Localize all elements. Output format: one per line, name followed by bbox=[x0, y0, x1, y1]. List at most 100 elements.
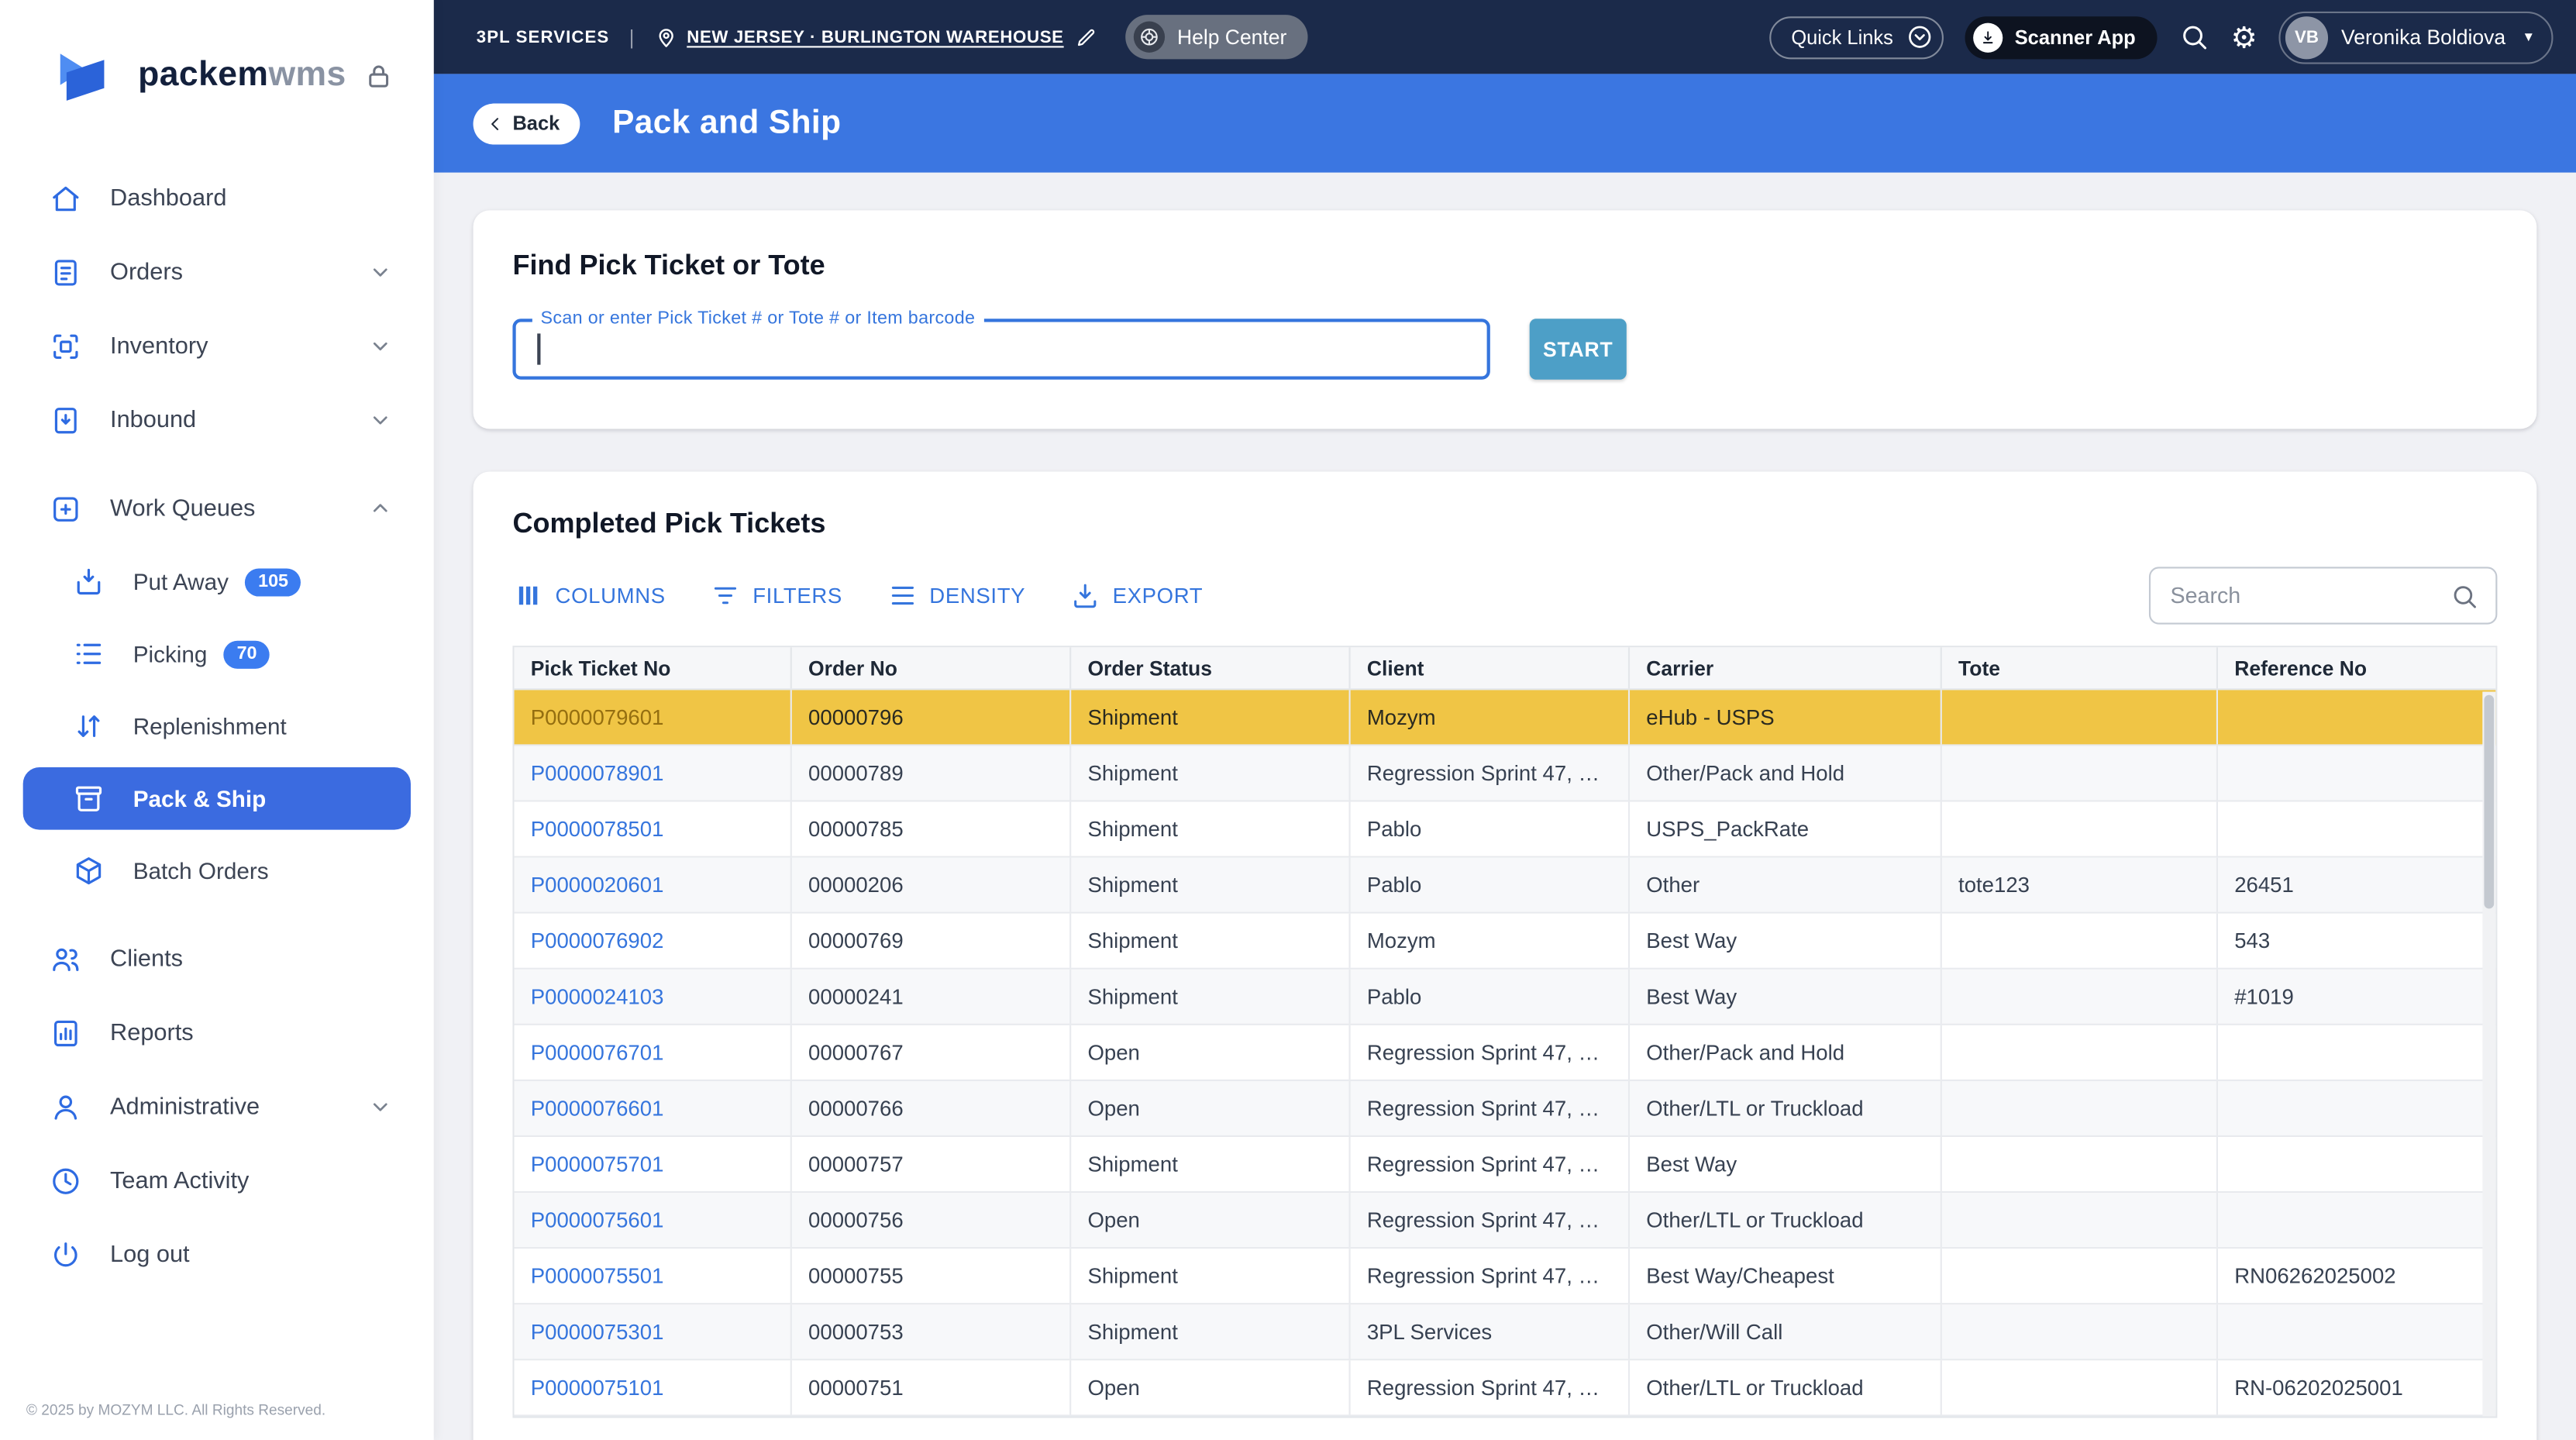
warehouse-link[interactable]: NEW JERSEY · BURLINGTON WAREHOUSE bbox=[687, 27, 1063, 47]
cell-carrier: Other bbox=[1630, 858, 1942, 912]
sidebar-lock-icon[interactable] bbox=[363, 60, 394, 91]
help-lifebuoy-icon bbox=[1135, 22, 1166, 53]
user-menu[interactable]: VB Veronika Boldiova ▼ bbox=[2278, 11, 2553, 64]
pick-ticket-link[interactable]: P0000075601 bbox=[531, 1207, 664, 1232]
completed-card-title: Completed Pick Tickets bbox=[512, 508, 2497, 540]
sidebar-item-replenishment[interactable]: Replenishment bbox=[0, 690, 434, 762]
start-button[interactable]: START bbox=[1530, 319, 1627, 379]
sidebar: packemwms DashboardOrdersInventoryInboun… bbox=[0, 0, 434, 1440]
sidebar-item-inventory[interactable]: Inventory bbox=[0, 309, 434, 383]
cell-reference-no: RN06262025002 bbox=[2218, 1249, 2495, 1303]
column-header-order-status[interactable]: Order Status bbox=[1071, 647, 1350, 688]
sidebar-item-clients[interactable]: Clients bbox=[0, 922, 434, 995]
sidebar-item-batch-orders[interactable]: Batch Orders bbox=[0, 835, 434, 907]
column-header-pick-ticket-no[interactable]: Pick Ticket No bbox=[515, 647, 792, 688]
cell-order-status: Shipment bbox=[1071, 858, 1350, 912]
sidebar-item-dashboard[interactable]: Dashboard bbox=[0, 161, 434, 235]
table-row[interactable]: P000007890100000789ShipmentRegression Sp… bbox=[515, 746, 2496, 801]
sidebar-item-log-out[interactable]: Log out bbox=[0, 1218, 434, 1291]
help-center-button[interactable]: Help Center bbox=[1126, 15, 1308, 59]
chevron-up-icon bbox=[367, 494, 394, 522]
table-row[interactable]: P000002410300000241ShipmentPabloBest Way… bbox=[515, 970, 2496, 1025]
edit-warehouse-icon[interactable] bbox=[1076, 26, 1099, 49]
filters-button[interactable]: FILTERS bbox=[710, 580, 842, 611]
pick-ticket-link[interactable]: P0000024103 bbox=[531, 984, 664, 1009]
main-area: 3PL SERVICES | NEW JERSEY · BURLINGTON W… bbox=[434, 0, 2576, 1440]
logout-icon bbox=[50, 1238, 82, 1270]
cell-carrier: Other/LTL or Truckload bbox=[1630, 1081, 1942, 1135]
density-button[interactable]: DENSITY bbox=[887, 580, 1025, 611]
sidebar-item-pack-ship[interactable]: Pack & Ship bbox=[23, 767, 411, 830]
column-header-carrier[interactable]: Carrier bbox=[1630, 647, 1942, 688]
table-row[interactable]: P000007850100000785ShipmentPabloUSPS_Pac… bbox=[515, 802, 2496, 858]
table-row[interactable]: P000002060100000206ShipmentPabloOthertot… bbox=[515, 858, 2496, 914]
scanner-app-button[interactable]: Scanner App bbox=[1965, 16, 2157, 58]
table-row[interactable]: P000007670100000767OpenRegression Sprint… bbox=[515, 1025, 2496, 1081]
cell-reference-no: 26451 bbox=[2218, 858, 2495, 912]
cell-pick-ticket-no: P0000024103 bbox=[515, 970, 792, 1024]
pick-ticket-link[interactable]: P0000076601 bbox=[531, 1096, 664, 1121]
pick-ticket-link[interactable]: P0000075501 bbox=[531, 1263, 664, 1288]
cell-reference-no bbox=[2218, 802, 2495, 856]
column-header-order-no[interactable]: Order No bbox=[792, 647, 1071, 688]
pick-ticket-link[interactable]: P0000075701 bbox=[531, 1152, 664, 1176]
back-button[interactable]: Back bbox=[474, 103, 580, 144]
column-header-tote[interactable]: Tote bbox=[1942, 647, 2218, 688]
sidebar-item-put-away[interactable]: Put Away105 bbox=[0, 546, 434, 618]
cell-pick-ticket-no: P0000076902 bbox=[515, 914, 792, 968]
pick-ticket-link[interactable]: P0000076701 bbox=[531, 1040, 664, 1065]
cell-order-no: 00000755 bbox=[792, 1249, 1071, 1303]
sidebar-item-reports[interactable]: Reports bbox=[0, 996, 434, 1070]
find-pick-ticket-card: Find Pick Ticket or Tote Scan or enter P… bbox=[474, 210, 2537, 429]
count-badge: 105 bbox=[245, 567, 301, 595]
location-pin-icon bbox=[654, 25, 679, 50]
sidebar-item-picking[interactable]: Picking70 bbox=[0, 618, 434, 690]
table-row[interactable]: P000007530100000753Shipment3PL ServicesO… bbox=[515, 1304, 2496, 1360]
table-row[interactable]: P000007550100000755ShipmentRegression Sp… bbox=[515, 1249, 2496, 1304]
pick-ticket-link[interactable]: P0000075301 bbox=[531, 1319, 664, 1344]
pack-ship-icon bbox=[72, 782, 105, 815]
sidebar-item-team-activity[interactable]: Team Activity bbox=[0, 1144, 434, 1218]
search-input[interactable] bbox=[2171, 584, 2450, 608]
cell-order-no: 00000751 bbox=[792, 1360, 1071, 1414]
quick-links-button[interactable]: Quick Links bbox=[1770, 16, 1944, 58]
export-icon bbox=[1069, 580, 1100, 611]
settings-gear-icon[interactable]: ⚙ bbox=[2231, 22, 2257, 53]
table-row[interactable]: P000007690200000769ShipmentMozymBest Way… bbox=[515, 914, 2496, 970]
table-header-row: Pick Ticket NoOrder NoOrder StatusClient… bbox=[515, 647, 2496, 690]
export-button[interactable]: EXPORT bbox=[1069, 580, 1203, 611]
pick-ticket-link[interactable]: P0000076902 bbox=[531, 928, 664, 953]
table-row[interactable]: P000007510100000751OpenRegression Sprint… bbox=[515, 1360, 2496, 1416]
cell-pick-ticket-no: P0000075501 bbox=[515, 1249, 792, 1303]
sidebar-item-work-queues[interactable]: Work Queues bbox=[0, 471, 434, 545]
team-activity-icon bbox=[50, 1164, 82, 1197]
orders-icon bbox=[50, 256, 82, 288]
cell-order-no: 00000753 bbox=[792, 1304, 1071, 1359]
columns-button[interactable]: COLUMNS bbox=[512, 580, 665, 611]
table-row[interactable]: P000007960100000796ShipmentMozymeHub - U… bbox=[515, 690, 2496, 746]
pick-ticket-link[interactable]: P0000078501 bbox=[531, 817, 664, 842]
chevron-down-icon bbox=[367, 258, 394, 286]
work-queues-icon bbox=[50, 492, 82, 525]
text-cursor bbox=[537, 333, 539, 364]
chevron-down-icon bbox=[367, 1093, 394, 1121]
table-row[interactable]: P000007560100000756OpenRegression Sprint… bbox=[515, 1193, 2496, 1249]
pick-ticket-link[interactable]: P0000075101 bbox=[531, 1375, 664, 1400]
scrollbar-thumb[interactable] bbox=[2484, 695, 2494, 909]
cell-tote bbox=[1942, 1137, 2218, 1191]
sidebar-item-orders[interactable]: Orders bbox=[0, 235, 434, 308]
pick-ticket-link[interactable]: P0000078901 bbox=[531, 761, 664, 786]
table-row[interactable]: P000007570100000757ShipmentRegression Sp… bbox=[515, 1137, 2496, 1193]
pick-ticket-link[interactable]: P0000079601 bbox=[531, 704, 664, 729]
table-row[interactable]: P000007660100000766OpenRegression Sprint… bbox=[515, 1081, 2496, 1137]
pick-ticket-link[interactable]: P0000020601 bbox=[531, 873, 664, 897]
search-icon[interactable] bbox=[2178, 22, 2209, 53]
scan-input[interactable] bbox=[516, 322, 1487, 377]
page-title: Pack and Ship bbox=[612, 105, 841, 143]
sidebar-item-inbound[interactable]: Inbound bbox=[0, 383, 434, 456]
cell-pick-ticket-no: P0000076601 bbox=[515, 1081, 792, 1135]
column-header-reference-no[interactable]: Reference No bbox=[2218, 647, 2495, 688]
cell-tote bbox=[1942, 1025, 2218, 1080]
sidebar-item-administrative[interactable]: Administrative bbox=[0, 1070, 434, 1143]
column-header-client[interactable]: Client bbox=[1351, 647, 1630, 688]
